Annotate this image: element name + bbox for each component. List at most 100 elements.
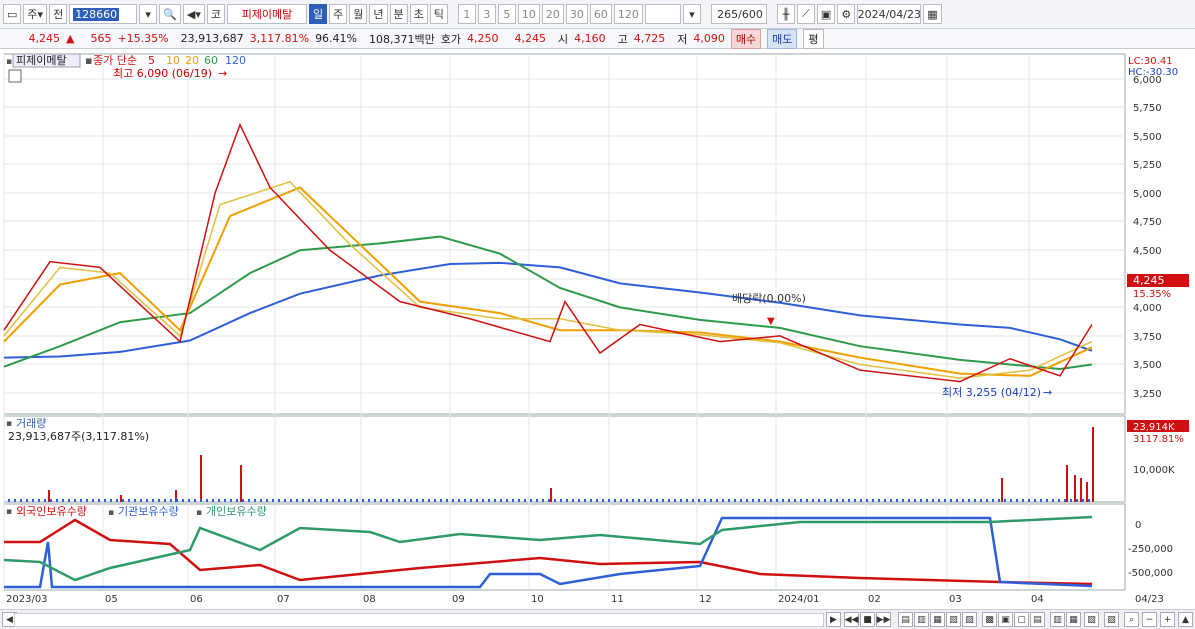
avg-button[interactable]: 평 — [803, 28, 824, 49]
rewind-icon[interactable]: ◀◀ — [844, 612, 859, 627]
period-day[interactable]: 일 — [309, 4, 328, 24]
layout-10-icon[interactable]: ▥ — [1050, 612, 1065, 627]
volume-bar-small — [992, 499, 994, 502]
quote2-value: 4,245 — [514, 32, 547, 45]
zoom-in-icon[interactable]: + — [1160, 612, 1175, 627]
speaker-icon[interactable]: ◀▾ — [182, 4, 205, 24]
gear-icon[interactable]: ⚙ — [837, 4, 856, 24]
legend-marker-icon-2: ▪ — [196, 508, 202, 518]
count-input[interactable]: 265/600 — [710, 4, 767, 24]
table-toggle-icon[interactable] — [8, 69, 22, 83]
interval-dropdown-icon[interactable]: ▾ — [682, 4, 701, 24]
market-select[interactable]: 주 ▾ — [23, 4, 48, 24]
interval-10[interactable]: 10 — [517, 4, 540, 24]
price-tick: 5,500 — [1133, 132, 1162, 143]
volume-bar-small — [206, 499, 208, 502]
x-axis-right-label: 04/23 — [1135, 594, 1164, 605]
zoom-out-icon[interactable]: − — [1142, 612, 1157, 627]
volume-bar-small — [98, 499, 100, 502]
volume-bar-small — [800, 499, 802, 502]
layout-6-icon[interactable]: ▩ — [982, 612, 997, 627]
volume-bar-small — [122, 499, 124, 502]
ma-legend-marker-icon: ▪ — [85, 54, 92, 67]
layout-1-icon[interactable]: ▤ — [898, 612, 913, 627]
interval-60[interactable]: 60 — [589, 4, 612, 24]
horizontal-scrollbar[interactable] — [14, 613, 824, 627]
volume-bar-small — [722, 499, 724, 502]
zoom-icon[interactable]: ⌕ — [1124, 612, 1139, 627]
volume-bar-small — [74, 499, 76, 502]
layout-9-icon[interactable]: ▤ — [1030, 612, 1045, 627]
search-icon[interactable]: 🔍 — [159, 4, 181, 24]
volume-bar-small — [656, 499, 658, 502]
stock-chart[interactable]: ▪ 피제이메탈 ▪ 종가 단순 5 10 20 60 120 최고 6,090 … — [0, 50, 1195, 610]
volume-bar-small — [290, 499, 292, 502]
stop-icon[interactable]: ■ — [860, 612, 875, 627]
layout-11-icon[interactable]: ▦ — [1066, 612, 1081, 627]
interval-20[interactable]: 20 — [541, 4, 564, 24]
layout-5-icon[interactable]: ▨ — [962, 612, 977, 627]
volume-bar-small — [32, 499, 34, 502]
period-minute[interactable]: 분 — [389, 4, 408, 24]
volume-bar-small — [170, 499, 172, 502]
volume-bar-small — [176, 499, 178, 502]
code-input[interactable]: 128660 — [69, 4, 138, 24]
volume-bar-small — [614, 499, 616, 502]
price-tick: 5,000 — [1133, 189, 1162, 200]
candle-icon[interactable]: ╫ — [776, 4, 795, 24]
volume-bar-small — [308, 499, 310, 502]
calendar-icon[interactable]: ▦ — [923, 4, 942, 24]
volume-bar-small — [1034, 499, 1036, 502]
volume-bar-small — [440, 499, 442, 502]
volume-bar-small — [1064, 499, 1066, 502]
save-icon[interactable]: ▣ — [816, 4, 836, 24]
interval-custom-input[interactable] — [644, 4, 681, 24]
volume-bar-small — [380, 499, 382, 502]
period-second[interactable]: 초 — [409, 4, 428, 24]
volume-bar-small — [668, 499, 670, 502]
buy-button[interactable]: 매수 — [730, 28, 762, 49]
period-tick[interactable]: 틱 — [429, 4, 448, 24]
layout-7-icon[interactable]: ▣ — [998, 612, 1013, 627]
current-price-tag-value: 4,245 — [1133, 274, 1165, 287]
volume-bar-small — [86, 499, 88, 502]
interval-30[interactable]: 30 — [565, 4, 588, 24]
volume-bar-small — [632, 499, 634, 502]
layout-4-icon[interactable]: ▧ — [946, 612, 961, 627]
date-input[interactable]: 2024/04/23 — [857, 4, 922, 24]
scroll-right-icon[interactable]: ▶ — [826, 612, 841, 627]
price-tick: 4,500 — [1133, 246, 1162, 257]
month-label: 05 — [105, 594, 118, 605]
sell-button[interactable]: 매도 — [767, 28, 798, 49]
volume-marker-icon: ▪ — [6, 419, 12, 429]
period-month[interactable]: 월 — [349, 4, 368, 24]
period-week[interactable]: 주 — [329, 4, 348, 24]
layout-13-icon[interactable]: ▨ — [1104, 612, 1119, 627]
volume-bar-small — [134, 499, 136, 502]
volume-bar-small — [686, 499, 688, 502]
volume-bar — [1086, 482, 1088, 502]
layout-2-icon[interactable]: ▥ — [914, 612, 929, 627]
fastforward-icon[interactable]: ▶▶ — [876, 612, 891, 627]
name-prefix[interactable]: 코 — [206, 4, 225, 24]
layout-12-icon[interactable]: ▧ — [1084, 612, 1099, 627]
low-annotation: 최저 3,255 (04/12) — [942, 386, 1041, 399]
volume-bar-small — [356, 499, 358, 502]
code-dropdown-icon[interactable]: ▾ — [139, 4, 158, 24]
interval-120[interactable]: 120 — [613, 4, 643, 24]
draw-icon[interactable]: ⟋ — [796, 4, 815, 24]
volume-bar-small — [158, 499, 160, 502]
layout-3-icon[interactable]: ▦ — [930, 612, 945, 627]
interval-1[interactable]: 1 — [457, 4, 476, 24]
interval-5[interactable]: 5 — [497, 4, 516, 24]
layout-8-icon[interactable]: ▢ — [1014, 612, 1029, 627]
window-icon[interactable]: ▭ — [3, 4, 22, 24]
mode-button[interactable]: 전 — [49, 4, 68, 24]
volume-bar-small — [1010, 499, 1012, 502]
volume-bar-small — [140, 499, 142, 502]
volume-bar-small — [110, 499, 112, 502]
scroll-up-icon[interactable]: ▲ — [1178, 612, 1193, 627]
period-year[interactable]: 년 — [369, 4, 388, 24]
interval-3[interactable]: 3 — [477, 4, 496, 24]
volume-bar-small — [362, 499, 364, 502]
